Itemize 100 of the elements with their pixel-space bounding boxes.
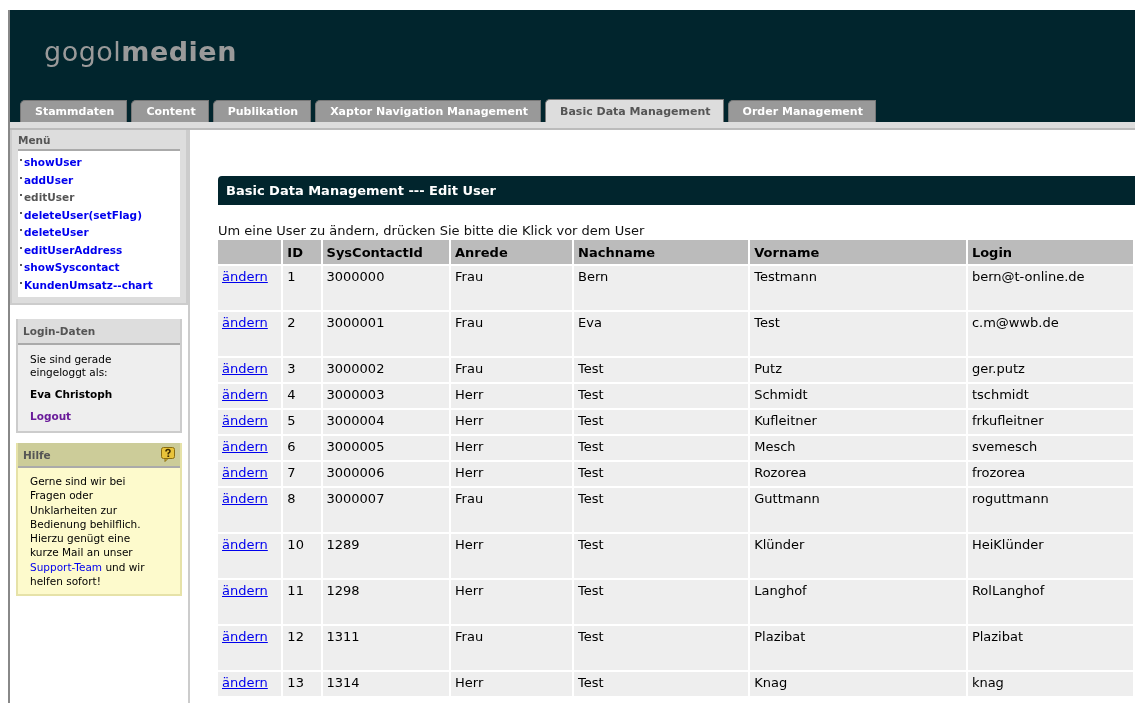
- table-cell: Frau: [451, 488, 573, 532]
- edit-link[interactable]: ändern: [222, 537, 268, 552]
- table-cell: Herr: [451, 580, 573, 624]
- panel-title: Login-Daten: [18, 319, 180, 345]
- table-cell: 3000003: [322, 384, 450, 408]
- support-link[interactable]: Support-Team: [30, 560, 103, 573]
- table-cell: Frau: [451, 626, 573, 670]
- table-cell: Test: [574, 358, 749, 382]
- table-cell: Plazibat: [750, 626, 966, 670]
- table-cell: frozorea: [967, 462, 1133, 486]
- table-cell: Test: [574, 626, 749, 670]
- table-cell: bern@t-online.de: [967, 266, 1133, 310]
- page-heading: Basic Data Management --- Edit User: [218, 176, 1135, 205]
- logout-link[interactable]: Logout: [30, 410, 72, 423]
- table-cell: Test: [574, 384, 749, 408]
- column-header: Anrede: [451, 240, 573, 264]
- table-cell: 1289: [322, 534, 450, 578]
- header-cell: [218, 240, 282, 264]
- table-cell: Plazibat: [967, 626, 1133, 670]
- column-header: ID: [283, 240, 321, 264]
- table-cell: c.m@wwb.de: [967, 312, 1133, 356]
- table-cell: Test: [574, 410, 749, 434]
- table-cell: Rozorea: [750, 462, 966, 486]
- table-cell: 1314: [322, 672, 450, 696]
- edit-link[interactable]: ändern: [222, 491, 268, 506]
- instruction-text: Um eine User zu ändern, drücken Sie bitte die Klick vor dem User: [218, 223, 646, 238]
- user-name: Eva Christoph: [30, 388, 114, 401]
- menu-item[interactable]: addUser: [24, 171, 74, 189]
- table-cell: ger.putz: [967, 358, 1133, 382]
- menu-item[interactable]: showSyscontact: [24, 259, 120, 277]
- table-cell: 5: [283, 410, 321, 434]
- table-cell: Bern: [574, 266, 749, 310]
- panel-title: Hilfe: [23, 448, 51, 461]
- column-header: Login: [967, 240, 1133, 264]
- table-cell: Herr: [451, 462, 573, 486]
- tab[interactable]: Basic Data Management: [545, 99, 724, 122]
- column-header: Vorname: [750, 240, 966, 264]
- table-cell: Schmidt: [750, 384, 966, 408]
- table-cell: RolLanghof: [967, 580, 1133, 624]
- edit-link[interactable]: ändern: [222, 675, 268, 690]
- edit-link[interactable]: ändern: [222, 583, 268, 598]
- table-cell: Test: [574, 534, 749, 578]
- table-cell: 3000000: [322, 266, 450, 310]
- table-cell: svemesch: [967, 436, 1133, 460]
- edit-link[interactable]: ändern: [222, 413, 268, 428]
- table-cell: Test: [574, 672, 749, 696]
- table-cell: knag: [967, 672, 1133, 696]
- table-cell: Herr: [451, 384, 573, 408]
- table-cell: 11: [283, 580, 321, 624]
- help-icon[interactable]: [161, 447, 175, 462]
- login-text: Sie sind gerade eingeloggt als:: [30, 353, 113, 379]
- table-cell: 12: [283, 626, 321, 670]
- table-cell: 1: [283, 266, 321, 310]
- table-cell: Frau: [451, 266, 573, 310]
- table-cell: Frau: [451, 312, 573, 356]
- menu-item[interactable]: KundenUmsatz--chart: [24, 276, 153, 294]
- edit-link[interactable]: ändern: [222, 315, 268, 330]
- edit-link[interactable]: ändern: [222, 629, 268, 644]
- table-cell: Frau: [451, 358, 573, 382]
- table-cell: Test: [574, 436, 749, 460]
- table-cell: Kufleitner: [750, 410, 966, 434]
- table-cell: 3: [283, 358, 321, 382]
- table-cell: Herr: [451, 410, 573, 434]
- edit-link[interactable]: ändern: [222, 465, 268, 480]
- menu-item[interactable]: showUser: [24, 154, 82, 172]
- menu-item[interactable]: deleteUser: [24, 224, 89, 242]
- menu-item[interactable]: deleteUser(setFlag): [24, 206, 142, 224]
- table-cell: Langhof: [750, 580, 966, 624]
- table-cell: Knag: [750, 672, 966, 696]
- edit-link[interactable]: ändern: [222, 269, 268, 284]
- table-cell: 10: [283, 534, 321, 578]
- table-cell: Mesch: [750, 436, 966, 460]
- table-cell: Herr: [451, 436, 573, 460]
- table-cell: 1311: [322, 626, 450, 670]
- logo: gogolmedien: [43, 35, 238, 67]
- table-cell: 1298: [322, 580, 450, 624]
- table-cell: HeiKlünder: [967, 534, 1133, 578]
- edit-link[interactable]: ändern: [222, 361, 268, 376]
- table-cell: Putz: [750, 358, 966, 382]
- table-cell: Herr: [451, 672, 573, 696]
- table-cell: Guttmann: [750, 488, 966, 532]
- table-cell: Eva: [574, 312, 749, 356]
- table-cell: Test: [574, 462, 749, 486]
- table-cell: tschmidt: [967, 384, 1133, 408]
- table-cell: 3000001: [322, 312, 450, 356]
- menu-item[interactable]: editUser: [24, 189, 75, 207]
- table-cell: Test: [750, 312, 966, 356]
- edit-link[interactable]: ändern: [222, 439, 268, 454]
- menu-item[interactable]: editUserAddress: [24, 241, 123, 259]
- column-header: SysContactId: [322, 240, 450, 264]
- table-cell: 7: [283, 462, 321, 486]
- table-cell: frkufleitner: [967, 410, 1133, 434]
- table-cell: 2: [283, 312, 321, 356]
- table-cell: 8: [283, 488, 321, 532]
- table-cell: 13: [283, 672, 321, 696]
- table-cell: 3000007: [322, 488, 450, 532]
- table-cell: Test: [574, 488, 749, 532]
- table-cell: 3000006: [322, 462, 450, 486]
- table-cell: Herr: [451, 534, 573, 578]
- edit-link[interactable]: ändern: [222, 387, 268, 402]
